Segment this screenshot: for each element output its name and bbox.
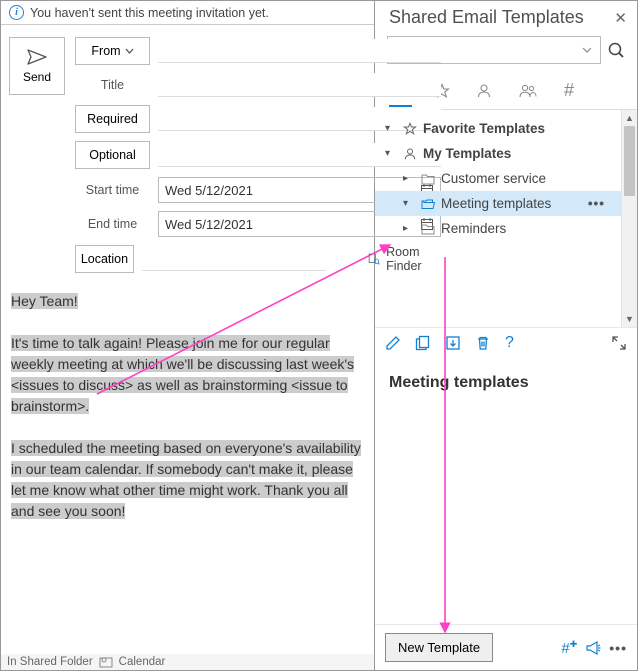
scroll-thumb[interactable]: [624, 126, 635, 196]
copy-icon[interactable]: [415, 335, 431, 351]
search-icon[interactable]: [607, 41, 625, 59]
optional-button[interactable]: Optional: [75, 141, 150, 169]
body-p2: It's time to talk again! Please join me …: [11, 335, 354, 414]
chevron-right-icon: ▸: [403, 173, 415, 184]
start-time-label: Start time: [75, 183, 150, 197]
from-button[interactable]: From: [75, 37, 150, 65]
star-icon: [403, 122, 417, 136]
calendar-status-icon: [99, 656, 113, 668]
import-icon[interactable]: [445, 335, 461, 351]
template-tree: ▾ Favorite Templates ▾ My Templates ▸ Cu…: [375, 110, 621, 327]
status-bar: In Shared Folder Calendar: [1, 654, 374, 670]
send-label: Send: [23, 70, 51, 84]
chevron-right-icon: ▸: [403, 223, 415, 234]
chevron-down-icon: ▾: [385, 123, 397, 134]
delete-icon[interactable]: [475, 335, 491, 351]
location-input[interactable]: [142, 247, 326, 271]
edit-icon[interactable]: [385, 335, 401, 351]
start-time-value: Wed 5/12/2021: [165, 183, 253, 198]
people-icon: [518, 83, 538, 99]
chevron-down-icon: ▾: [403, 198, 415, 209]
location-label: Location: [81, 252, 128, 266]
person-icon: [403, 147, 417, 161]
person-icon: [476, 83, 492, 99]
optional-label: Optional: [89, 148, 136, 162]
tree-my-templates-label: My Templates: [423, 146, 511, 161]
tree-meeting-templates[interactable]: ▾ Meeting templates •••: [375, 191, 621, 216]
tree-customer-service[interactable]: ▸ Customer service: [375, 166, 621, 191]
from-label: From: [91, 44, 120, 58]
tree-reminders[interactable]: ▸ Reminders: [375, 216, 621, 241]
tree-scrollbar[interactable]: ▲ ▼: [621, 110, 637, 327]
templates-list-empty: [375, 408, 637, 625]
body-p3: I scheduled the meeting based on everyon…: [11, 440, 361, 519]
info-bar: i You haven't sent this meeting invitati…: [1, 1, 374, 25]
meeting-form: Send From Title Required: [1, 25, 374, 281]
tree-meeting-templates-label: Meeting templates: [441, 196, 551, 211]
pane-title: Shared Email Templates: [389, 7, 584, 28]
template-actions: ?: [375, 327, 637, 358]
more-menu-icon[interactable]: •••: [588, 196, 605, 211]
scroll-down-icon[interactable]: ▼: [622, 311, 637, 327]
title-label: Title: [75, 78, 150, 92]
tree-favorites-label: Favorite Templates: [423, 121, 545, 136]
title-input[interactable]: [158, 73, 441, 97]
tree-customer-service-label: Customer service: [441, 171, 546, 186]
tree-my-templates[interactable]: ▾ My Templates: [375, 141, 621, 166]
scroll-up-icon[interactable]: ▲: [622, 110, 637, 126]
status-folder: In Shared Folder: [7, 656, 93, 668]
info-icon: i: [9, 5, 24, 20]
selected-folder-heading: Meeting templates: [375, 358, 637, 408]
tree-favorites[interactable]: ▾ Favorite Templates: [375, 116, 621, 141]
required-label: Required: [87, 112, 138, 126]
folder-open-icon: [421, 198, 435, 210]
status-calendar: Calendar: [119, 656, 166, 668]
required-button[interactable]: Required: [75, 105, 150, 133]
end-time-label: End time: [75, 217, 150, 231]
send-button[interactable]: Send: [9, 37, 65, 95]
folder-icon: [421, 173, 435, 185]
hashtag-icon[interactable]: #✚: [561, 639, 577, 657]
tab-tags[interactable]: #: [560, 74, 578, 109]
new-template-button[interactable]: New Template: [385, 633, 493, 662]
folder-icon: [421, 223, 435, 235]
expand-icon[interactable]: [611, 335, 627, 351]
body-p1: Hey Team!: [11, 293, 78, 309]
bottom-bar: New Template #✚ •••: [375, 624, 637, 670]
message-body[interactable]: Hey Team! It's time to talk again! Pleas…: [1, 281, 374, 670]
help-icon[interactable]: ?: [505, 334, 514, 352]
more-icon[interactable]: •••: [609, 640, 627, 656]
tab-personal[interactable]: [472, 77, 496, 107]
new-template-label: New Template: [398, 640, 480, 655]
info-text: You haven't sent this meeting invitation…: [30, 6, 269, 20]
from-input[interactable]: [158, 39, 441, 63]
close-button[interactable]: ✕: [614, 9, 627, 27]
chevron-down-icon: [125, 48, 134, 54]
announce-icon[interactable]: [585, 641, 601, 655]
chevron-down-icon: ▾: [385, 148, 397, 159]
send-icon: [27, 49, 47, 65]
tree-reminders-label: Reminders: [441, 221, 506, 236]
tab-team[interactable]: [514, 77, 542, 107]
chevron-down-icon: [582, 47, 592, 53]
location-button[interactable]: Location: [75, 245, 134, 273]
end-time-value: Wed 5/12/2021: [165, 217, 253, 232]
outlook-meeting-pane: i You haven't sent this meeting invitati…: [1, 1, 375, 670]
